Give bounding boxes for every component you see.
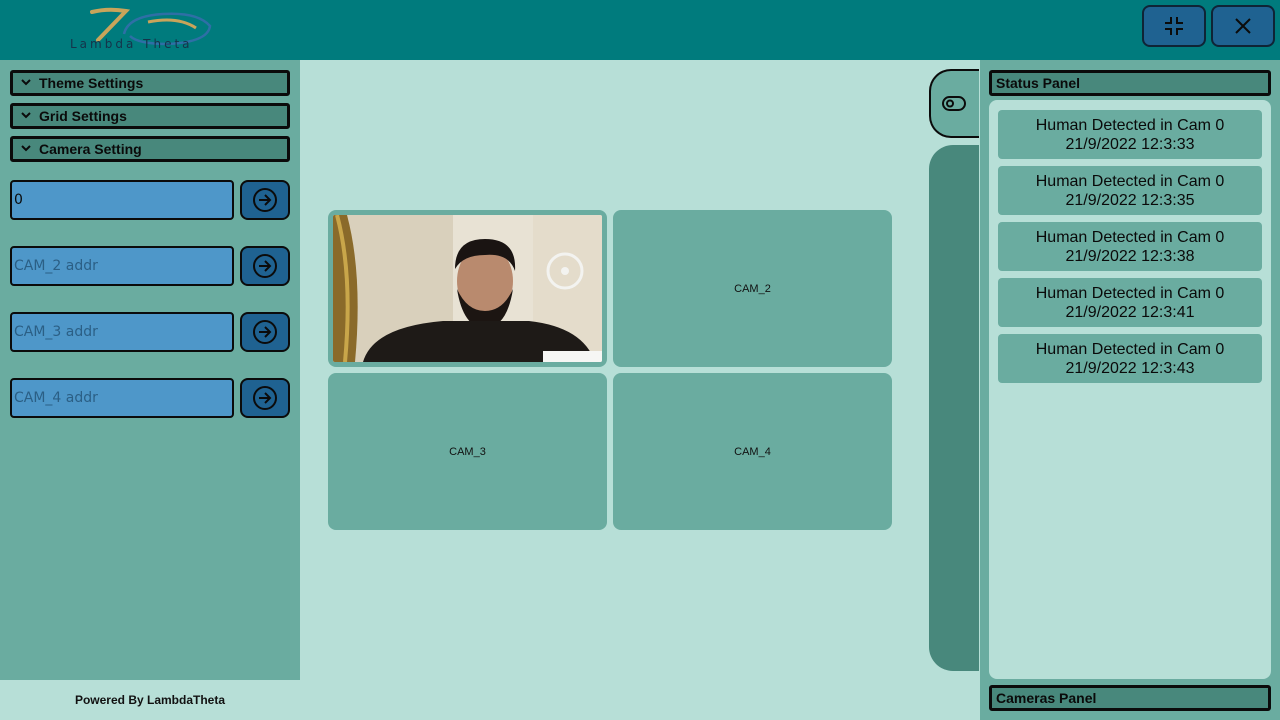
section-label: Theme Settings (39, 75, 144, 91)
camera-tile-label: CAM_2 (734, 282, 771, 295)
camera-tile-1[interactable] (328, 210, 607, 367)
camera-tile-2[interactable]: CAM_2 (613, 210, 892, 367)
close-button[interactable] (1211, 5, 1275, 47)
cam-1-address-input[interactable] (10, 180, 234, 220)
camera-feed-image (333, 215, 602, 362)
status-event: Human Detected in Cam 0 21/9/2022 12:3:4… (998, 334, 1262, 383)
arrow-right-circle-icon (253, 320, 277, 344)
footer-credit: Powered By LambdaTheta (74, 693, 226, 707)
cam-1-connect-button[interactable] (240, 180, 290, 220)
chevron-down-icon (13, 112, 39, 120)
status-event: Human Detected in Cam 0 21/9/2022 12:3:3… (998, 222, 1262, 271)
event-message: Human Detected in Cam 0 (1035, 172, 1225, 190)
cam-4-connect-button[interactable] (240, 378, 290, 418)
section-label: Camera Setting (39, 141, 142, 157)
arrow-right-circle-icon (253, 188, 277, 212)
cam-3-connect-button[interactable] (240, 312, 290, 352)
toggle-icon (942, 95, 966, 111)
cam-2-address-input[interactable] (10, 246, 234, 286)
event-message: Human Detected in Cam 0 (1035, 284, 1225, 302)
collapse-icon (1165, 17, 1183, 35)
cam-2-connect-button[interactable] (240, 246, 290, 286)
theme-settings-header[interactable]: Theme Settings (10, 70, 290, 96)
chevron-down-icon (13, 145, 39, 153)
camera-tile-label: CAM_4 (734, 445, 771, 458)
title-bar: Lambda Theta (0, 0, 1280, 60)
grid-settings-header[interactable]: Grid Settings (10, 103, 290, 129)
status-event: Human Detected in Cam 0 21/9/2022 12:3:3… (998, 110, 1262, 159)
minimize-button[interactable] (1142, 5, 1206, 47)
close-icon (1235, 18, 1251, 34)
app-logo: Lambda Theta (68, 6, 234, 52)
camera-tile-label: CAM_3 (449, 445, 486, 458)
status-event: Human Detected in Cam 0 21/9/2022 12:3:3… (998, 166, 1262, 215)
camera-setting-header[interactable]: Camera Setting (10, 136, 290, 162)
section-label: Grid Settings (39, 108, 127, 124)
camera-tile-3[interactable]: CAM_3 (328, 373, 607, 530)
side-strip (929, 145, 979, 671)
event-time: 21/9/2022 12:3:35 (1065, 191, 1195, 209)
arrow-right-circle-icon (253, 254, 277, 278)
cam-3-address-input[interactable] (10, 312, 234, 352)
panel-toggle-button[interactable] (929, 69, 979, 138)
status-panel-header[interactable]: Status Panel (989, 70, 1271, 96)
status-event: Human Detected in Cam 0 21/9/2022 12:3:4… (998, 278, 1262, 327)
event-message: Human Detected in Cam 0 (1035, 116, 1225, 134)
logo-text: Lambda Theta (70, 37, 193, 51)
event-message: Human Detected in Cam 0 (1035, 228, 1225, 246)
arrow-right-circle-icon (253, 386, 277, 410)
event-time: 21/9/2022 12:3:43 (1065, 359, 1195, 377)
event-time: 21/9/2022 12:3:38 (1065, 247, 1195, 265)
event-time: 21/9/2022 12:3:41 (1065, 303, 1195, 321)
event-time: 21/9/2022 12:3:33 (1065, 135, 1195, 153)
cameras-panel-header[interactable]: Cameras Panel (989, 685, 1271, 711)
chevron-down-icon (13, 79, 39, 87)
event-message: Human Detected in Cam 0 (1035, 340, 1225, 358)
cam-4-address-input[interactable] (10, 378, 234, 418)
camera-tile-4[interactable]: CAM_4 (613, 373, 892, 530)
